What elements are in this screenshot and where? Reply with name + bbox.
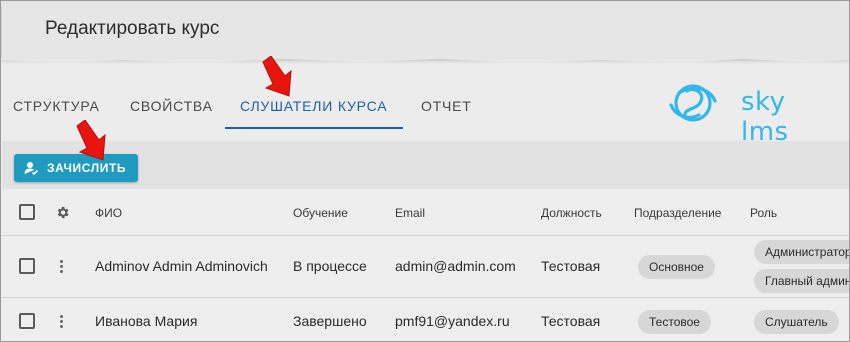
- department-chip: Тестовое: [638, 310, 711, 334]
- role-chip: Администратор: [754, 240, 849, 264]
- person-add-icon: [24, 162, 38, 175]
- logo-text: sky lms: [741, 87, 789, 147]
- gear-icon[interactable]: [55, 205, 70, 220]
- row-checkbox[interactable]: [19, 258, 35, 274]
- select-all-checkbox[interactable]: [19, 204, 35, 220]
- role-chip: Главный админ: [754, 269, 849, 293]
- sky-lms-logo: sky lms: [661, 79, 841, 147]
- listeners-table: ФИО Обучение Email Должность Подразделен…: [2, 189, 849, 341]
- table-row[interactable]: Иванова Мария Завершено pmf91@yandex.ru …: [2, 297, 849, 341]
- page-title: Редактировать курс: [45, 18, 220, 39]
- header-torn-edge: [1, 57, 849, 63]
- annotation-arrow-icon: [76, 120, 106, 161]
- active-tab-indicator: [225, 127, 403, 129]
- cell-status: В процессе: [293, 258, 367, 274]
- department-chip: Основное: [638, 255, 715, 279]
- role-chip: Слушатель: [754, 310, 839, 334]
- logo-knot-icon: [669, 84, 717, 122]
- cell-name: Adminov Admin Adminovich: [95, 258, 268, 274]
- header-status[interactable]: Обучение: [293, 206, 348, 220]
- cell-position: Тестовая: [541, 258, 601, 274]
- annotation-arrow-icon: [262, 56, 292, 97]
- header-bar: Редактировать курс: [2, 2, 849, 58]
- cell-email: pmf91@yandex.ru: [395, 313, 510, 329]
- row-menu-icon[interactable]: [60, 260, 64, 274]
- row-menu-icon[interactable]: [60, 315, 64, 329]
- cell-name: Иванова Мария: [95, 313, 198, 329]
- cell-status: Завершено: [293, 313, 367, 329]
- header-name[interactable]: ФИО: [95, 206, 122, 220]
- header-position[interactable]: Должность: [541, 206, 602, 220]
- table-header-row: ФИО Обучение Email Должность Подразделен…: [2, 189, 849, 235]
- header-role[interactable]: Роль: [750, 206, 777, 220]
- header-department[interactable]: Подразделение: [634, 206, 721, 220]
- table-row[interactable]: Adminov Admin Adminovich В процессе admi…: [2, 235, 849, 297]
- header-email[interactable]: Email: [395, 206, 425, 220]
- cell-position: Тестовая: [541, 313, 601, 329]
- tab-report[interactable]: Отчет: [421, 85, 472, 129]
- app-window: Редактировать курс Структура Свойства Сл…: [0, 0, 850, 342]
- cell-email: admin@admin.com: [395, 258, 516, 274]
- row-checkbox[interactable]: [19, 313, 35, 329]
- tab-properties[interactable]: Свойства: [130, 85, 213, 129]
